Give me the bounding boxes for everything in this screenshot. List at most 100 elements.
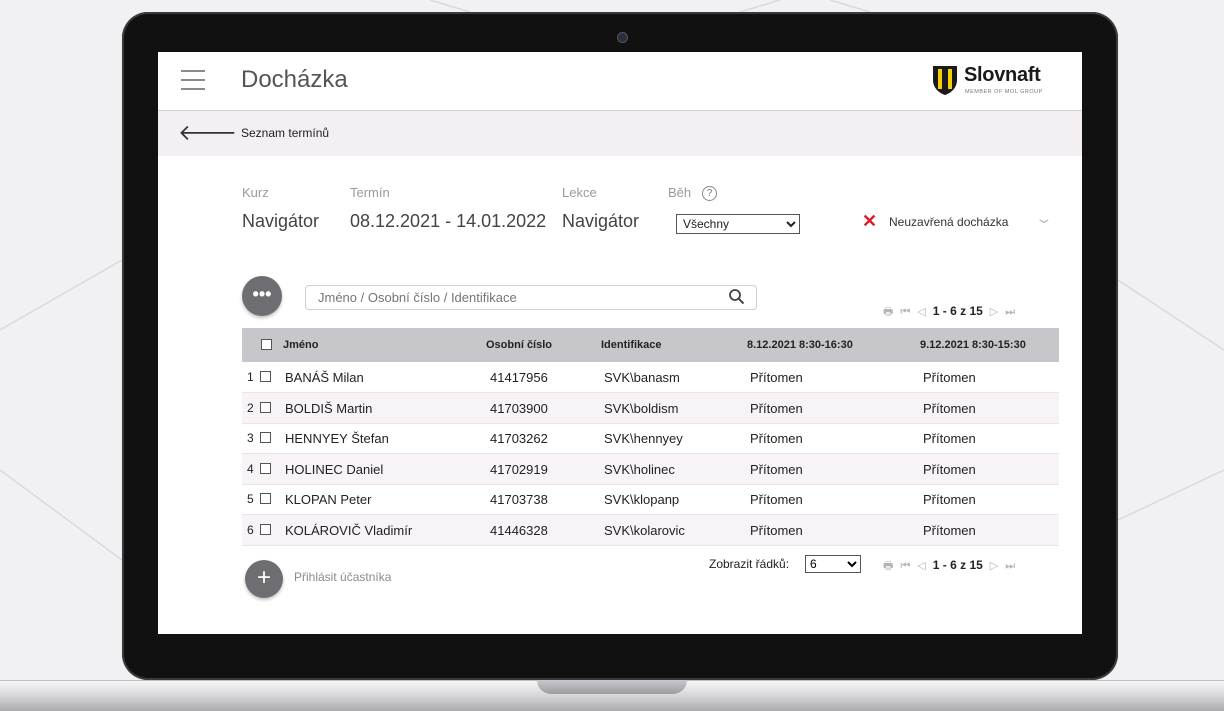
cell-d2: Přítomen (923, 400, 976, 416)
column-header[interactable]: Osobní číslo (486, 339, 552, 351)
search-icon[interactable] (728, 288, 746, 306)
termin-label: Termín (350, 185, 390, 200)
page-title: Seznam termínů (241, 126, 330, 140)
table-row[interactable]: 6 KOLÁROVIČ Vladimír 41446328 SVK\kolarovic… (242, 514, 1059, 546)
cell-d2: Přítomen (923, 370, 976, 385)
laptop-notch (537, 680, 687, 694)
column-header[interactable]: 8.12.2021 8:30-16:30 (747, 339, 853, 351)
kurz-value: Navigátor (242, 211, 320, 231)
rows-per-page-label: Zobrazit řádků: (709, 557, 790, 571)
termin-value: 08.12.2021 - 14.01.2022 (350, 211, 547, 231)
next-page-icon[interactable]: ▷ (990, 305, 998, 318)
cell-d1: Přítomen (750, 400, 803, 416)
last-page-icon[interactable]: ⏭ (1005, 560, 1015, 573)
cell-login: SVK\boldism (604, 400, 679, 416)
cell-id: 41446328 (490, 522, 548, 538)
help-icon[interactable]: ? (702, 186, 717, 201)
cell-login: SVK\kolarovic (604, 522, 685, 538)
lekce-label: Lekce (562, 185, 597, 200)
cell-name: BOLDIŠ Martin (285, 400, 373, 416)
beh-label: Běh (668, 185, 692, 200)
cell-id: 41417956 (490, 370, 548, 385)
prev-page-icon[interactable]: ◁ (917, 305, 925, 318)
next-page-icon[interactable]: ▷ (990, 559, 998, 572)
hamburger-menu-icon[interactable] (181, 70, 205, 90)
top-bar: Docházka Slovnaft MEMBER OF MOL GROUP (158, 52, 1082, 111)
more-actions-button[interactable]: ••• (242, 276, 282, 316)
table-row[interactable]: 5 KLOPAN Peter 41703738 SVK\klopanp Přítomen… (242, 484, 1059, 515)
slovnaft-logo: Slovnaft MEMBER OF MOL GROUP (930, 64, 1062, 100)
attendance-status: Neuzavřená docházka (889, 215, 1009, 229)
row-number: 4 (247, 461, 254, 476)
first-page-icon[interactable]: ⏮ (900, 306, 910, 319)
search-input[interactable] (305, 285, 757, 310)
cell-name: KLOPAN Peter (285, 492, 372, 507)
row-number: 5 (247, 492, 254, 506)
column-header[interactable]: Identifikace (601, 339, 662, 351)
cell-d1: Přítomen (750, 370, 803, 385)
close-icon: ✕ (862, 211, 878, 231)
app-screen: Docházka Slovnaft MEMBER OF MOL GROUP 🡐 … (158, 52, 1082, 634)
row-number: 3 (247, 431, 254, 445)
prev-page-icon[interactable]: ◁ (917, 559, 925, 572)
row-number: 1 (247, 370, 254, 384)
sub-header: 🡐 Seznam termínů (158, 111, 1082, 156)
app-title: Docházka (241, 66, 348, 93)
row-checkbox[interactable] (260, 371, 271, 382)
pager-range: 1 - 6 z 15 (932, 558, 983, 572)
table-row[interactable]: 1 BANÁŠ Milan 41417956 SVK\banasm Přítomen Př… (242, 362, 1059, 393)
print-icon[interactable]: 🖶 (883, 557, 893, 576)
lekce-value: Navigátor (562, 211, 640, 231)
beh-select[interactable]: Všechny (676, 214, 800, 234)
brand-name: Slovnaft (964, 64, 1041, 86)
pager-bottom: 🖶 ⏮ ◁ 1 - 6 z 15 ▷ ⏭ (883, 557, 1022, 573)
add-participant-button[interactable]: + (245, 560, 283, 598)
row-checkbox[interactable] (260, 432, 271, 443)
cell-d1: Přítomen (750, 492, 803, 507)
cell-name: BANÁŠ Milan (285, 370, 364, 385)
cell-id: 41703738 (490, 492, 548, 507)
cell-name: HOLINEC Daniel (285, 461, 384, 477)
row-number: 2 (247, 400, 254, 415)
cell-d2: Přítomen (923, 461, 976, 477)
cell-d1: Přítomen (750, 522, 803, 538)
column-header[interactable]: Jméno (283, 339, 318, 351)
slovnaft-emblem-icon (933, 66, 957, 95)
cell-d2: Přítomen (923, 431, 976, 446)
cell-id: 41703900 (490, 400, 548, 416)
add-participant-label[interactable]: Přihlásit účastníka (294, 570, 391, 584)
row-checkbox[interactable] (260, 493, 271, 504)
cell-name: HENNYEY Štefan (285, 431, 389, 446)
row-number: 6 (247, 522, 254, 537)
cell-d1: Přítomen (750, 431, 803, 446)
cell-d1: Přítomen (750, 461, 803, 477)
first-page-icon[interactable]: ⏮ (900, 560, 910, 573)
cell-id: 41703262 (490, 431, 548, 446)
pager-range: 1 - 6 z 15 (932, 304, 983, 318)
brand-tagline: MEMBER OF MOL GROUP (965, 89, 1043, 95)
table-row[interactable]: 3 HENNYEY Štefan 41703262 SVK\hennyey Přítom… (242, 423, 1059, 454)
row-checkbox[interactable] (260, 401, 271, 413)
table-header: Jméno Osobní číslo Identifikace 8.12.202… (242, 328, 1059, 362)
print-icon[interactable]: 🖶 (883, 303, 893, 322)
chevron-down-icon[interactable]: ⌄ (1034, 210, 1053, 227)
back-arrow-icon[interactable]: 🡐 (178, 122, 237, 144)
cell-login: SVK\holinec (604, 461, 675, 477)
row-checkbox[interactable] (260, 462, 271, 474)
row-checkbox[interactable] (260, 523, 271, 535)
select-all-checkbox[interactable] (261, 339, 272, 350)
cell-login: SVK\klopanp (604, 492, 680, 507)
last-page-icon[interactable]: ⏭ (1005, 306, 1015, 319)
webcam (617, 32, 628, 43)
kurz-label: Kurz (242, 185, 269, 200)
rows-per-page-select[interactable]: 6 (805, 555, 861, 573)
table-row[interactable]: 2 BOLDIŠ Martin 41703900 SVK\boldism Přítome… (242, 392, 1059, 424)
cell-name: KOLÁROVIČ Vladimír (285, 522, 413, 538)
cell-d2: Přítomen (923, 522, 976, 538)
cell-login: SVK\banasm (604, 370, 680, 385)
cell-id: 41702919 (490, 461, 548, 477)
table-row[interactable]: 4 HOLINEC Daniel 41702919 SVK\holinec Přítom… (242, 453, 1059, 485)
pager-top: 🖶 ⏮ ◁ 1 - 6 z 15 ▷ ⏭ (883, 303, 1022, 319)
cell-d2: Přítomen (923, 492, 976, 507)
column-header[interactable]: 9.12.2021 8:30-15:30 (920, 339, 1026, 351)
